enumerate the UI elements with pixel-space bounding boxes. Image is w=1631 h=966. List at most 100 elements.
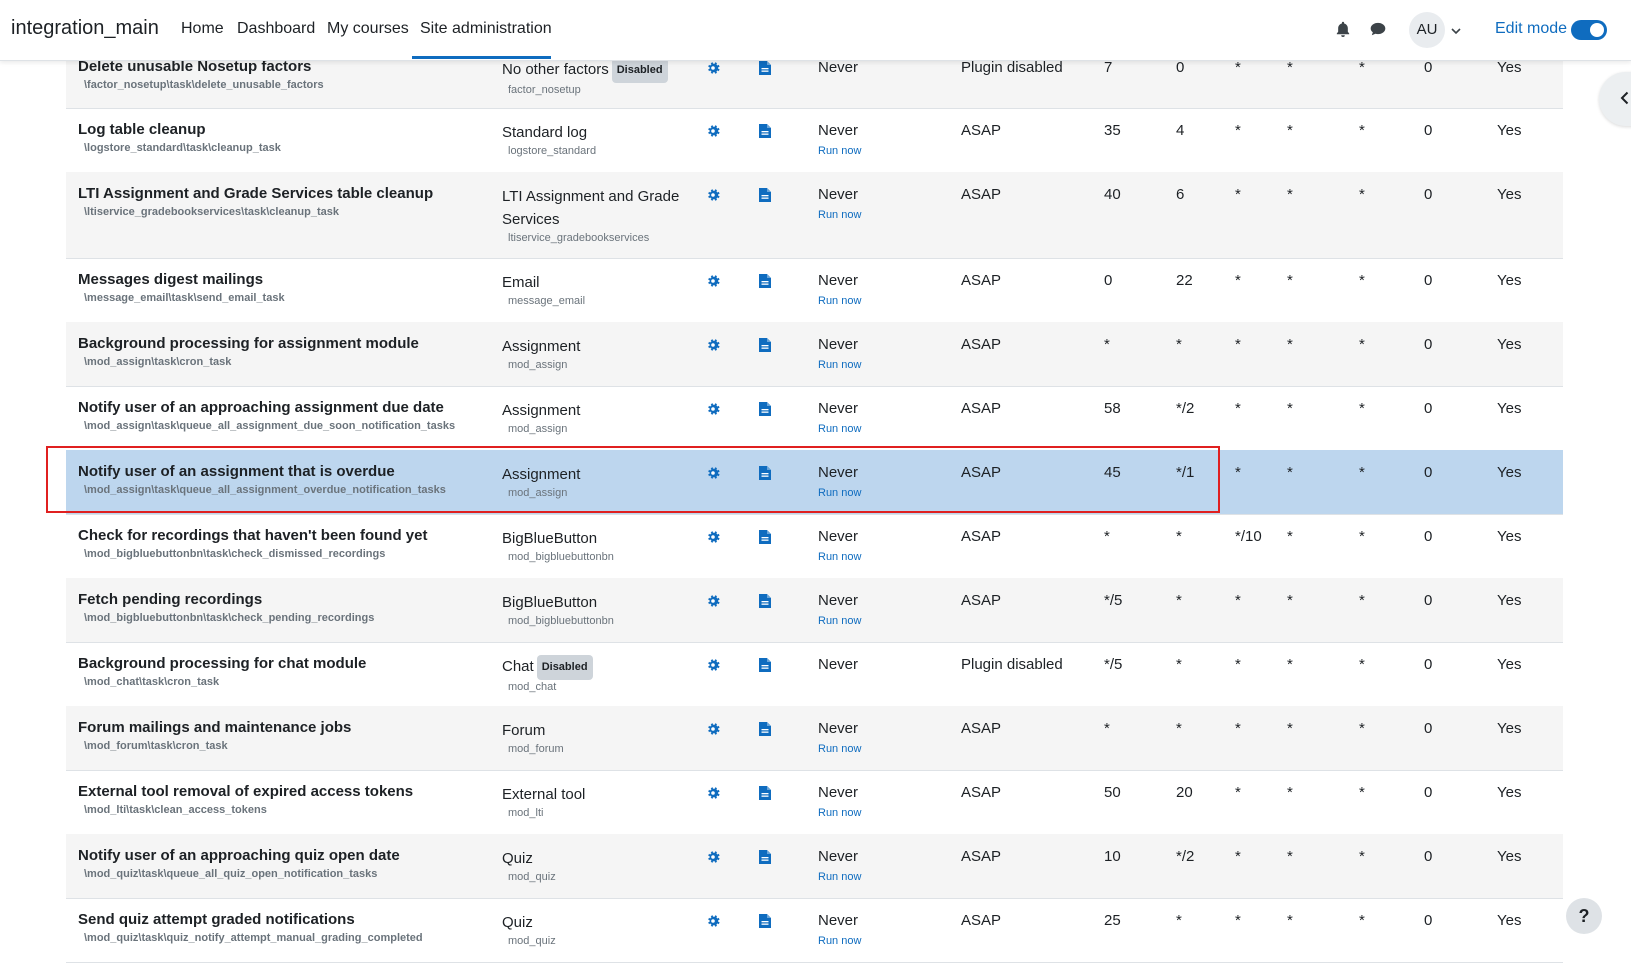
open-drawer-button[interactable] [1599, 72, 1631, 126]
gear-icon[interactable] [705, 187, 721, 203]
gear-icon[interactable] [705, 465, 721, 481]
document-log-icon[interactable] [758, 785, 772, 801]
component-cell: Forum mod_forum [502, 719, 692, 756]
task-class-path: \mod_assign\task\cron_task [84, 356, 232, 368]
last-run-cell: Never Run now [818, 335, 861, 375]
task-class-path: \logstore_standard\task\cleanup_task [84, 142, 281, 154]
month-value: * [1359, 592, 1365, 609]
gear-icon[interactable] [705, 529, 721, 545]
last-run-value: Never [818, 122, 859, 139]
document-log-icon[interactable] [758, 465, 772, 481]
nav-home[interactable]: Home [181, 20, 224, 38]
gear-icon[interactable] [705, 337, 721, 353]
document-log-icon[interactable] [758, 337, 772, 353]
document-log-icon[interactable] [758, 849, 772, 865]
run-now-link[interactable]: Run now [818, 547, 861, 567]
run-now-link[interactable]: Run now [818, 141, 861, 161]
next-run-value: ASAP [961, 592, 1002, 609]
task-class-path: \mod_lti\task\clean_access_tokens [84, 804, 267, 816]
gear-icon[interactable] [705, 60, 721, 76]
run-now-link[interactable]: Run now [818, 739, 861, 759]
document-log-icon[interactable] [758, 401, 772, 417]
run-now-link[interactable]: Run now [818, 931, 861, 951]
day-value: * [1235, 464, 1241, 481]
gear-icon[interactable] [705, 849, 721, 865]
run-now-link[interactable]: Run now [818, 205, 861, 225]
task-name-cell: External tool removal of expired access … [78, 783, 488, 816]
edit-mode-toggle[interactable] [1571, 20, 1607, 40]
document-log-icon[interactable] [758, 529, 772, 545]
nav-my-courses[interactable]: My courses [327, 20, 409, 38]
nav-site-administration[interactable]: Site administration [420, 20, 552, 38]
component-subname: mod_quiz [508, 871, 556, 883]
fail-delay-value: 0 [1424, 592, 1433, 609]
run-now-link[interactable]: Run now [818, 803, 861, 823]
run-now-link[interactable]: Run now [818, 867, 861, 887]
component-cell: Standard log logstore_standard [502, 121, 692, 158]
run-now-link[interactable]: Run now [818, 355, 861, 375]
task-class-path: \mod_quiz\task\queue_all_quiz_open_notif… [84, 868, 378, 880]
run-now-link[interactable]: Run now [818, 611, 861, 631]
gear-icon[interactable] [705, 657, 721, 673]
last-run-value: Never [818, 784, 859, 801]
minute-value: * [1104, 720, 1110, 737]
table-row: Check for recordings that haven't been f… [66, 514, 1563, 579]
component-name: External tool [502, 786, 586, 803]
hour-value: * [1176, 336, 1182, 353]
document-log-icon[interactable] [758, 187, 772, 203]
nav-dashboard[interactable]: Dashboard [237, 20, 315, 38]
document-log-icon[interactable] [758, 593, 772, 609]
day-of-week-value: * [1287, 656, 1293, 673]
task-class-path: \mod_bigbluebuttonbn\task\check_dismisse… [84, 548, 386, 560]
user-avatar[interactable]: AU [1409, 12, 1445, 48]
minute-value: * [1104, 336, 1110, 353]
gear-icon[interactable] [705, 785, 721, 801]
gear-icon[interactable] [705, 273, 721, 289]
component-subname: mod_assign [508, 359, 568, 371]
component-name: Assignment [502, 466, 581, 483]
run-now-link[interactable]: Run now [818, 483, 861, 503]
next-run-value: ASAP [961, 400, 1002, 417]
chevron-left-icon [1620, 91, 1629, 105]
help-button[interactable]: ? [1566, 898, 1602, 934]
document-log-icon[interactable] [758, 913, 772, 929]
task-name-cell: Send quiz attempt graded notifications \m… [78, 911, 488, 944]
fail-delay-value: 0 [1424, 528, 1433, 545]
next-run-value: ASAP [961, 848, 1002, 865]
default-value: Yes [1497, 336, 1522, 353]
task-name-cell: Check for recordings that haven't been f… [78, 527, 488, 560]
task-name: External tool removal of expired access … [78, 783, 414, 800]
task-name-cell: LTI Assignment and Grade Services table … [78, 185, 488, 218]
edit-mode-label[interactable]: Edit mode [1495, 20, 1567, 38]
notifications-bell-icon[interactable] [1334, 20, 1354, 40]
gear-icon[interactable] [705, 721, 721, 737]
chevron-down-icon[interactable] [1450, 24, 1464, 38]
gear-icon[interactable] [705, 401, 721, 417]
task-name: Fetch pending recordings [78, 591, 263, 608]
messages-chat-icon[interactable] [1369, 20, 1389, 40]
task-name: LTI Assignment and Grade Services table … [78, 185, 434, 202]
table-row: LTI Assignment and Grade Services table … [66, 172, 1563, 259]
component-name: LTI Assignment and Grade Services [502, 188, 680, 228]
run-now-link[interactable]: Run now [818, 291, 861, 311]
document-log-icon[interactable] [758, 123, 772, 139]
day-value: * [1235, 912, 1241, 929]
document-log-icon[interactable] [758, 657, 772, 673]
nav-active-indicator [412, 56, 551, 59]
component-name: Quiz [502, 914, 533, 931]
hour-value: 0 [1176, 59, 1185, 76]
last-run-cell: Never Run now [818, 185, 861, 225]
gear-icon[interactable] [705, 593, 721, 609]
document-log-icon[interactable] [758, 273, 772, 289]
document-log-icon[interactable] [758, 721, 772, 737]
default-value: Yes [1497, 784, 1522, 801]
gear-icon[interactable] [705, 123, 721, 139]
run-now-link[interactable]: Run now [818, 419, 861, 439]
gear-icon[interactable] [705, 913, 721, 929]
component-subname: mod_bigbluebuttonbn [508, 615, 614, 627]
component-cell: Assignment mod_assign [502, 399, 692, 436]
task-name-cell: Messages digest mailings \message_email\t… [78, 271, 488, 304]
fail-delay-value: 0 [1424, 912, 1433, 929]
site-brand[interactable]: integration_main [11, 17, 159, 40]
document-log-icon[interactable] [758, 60, 772, 76]
